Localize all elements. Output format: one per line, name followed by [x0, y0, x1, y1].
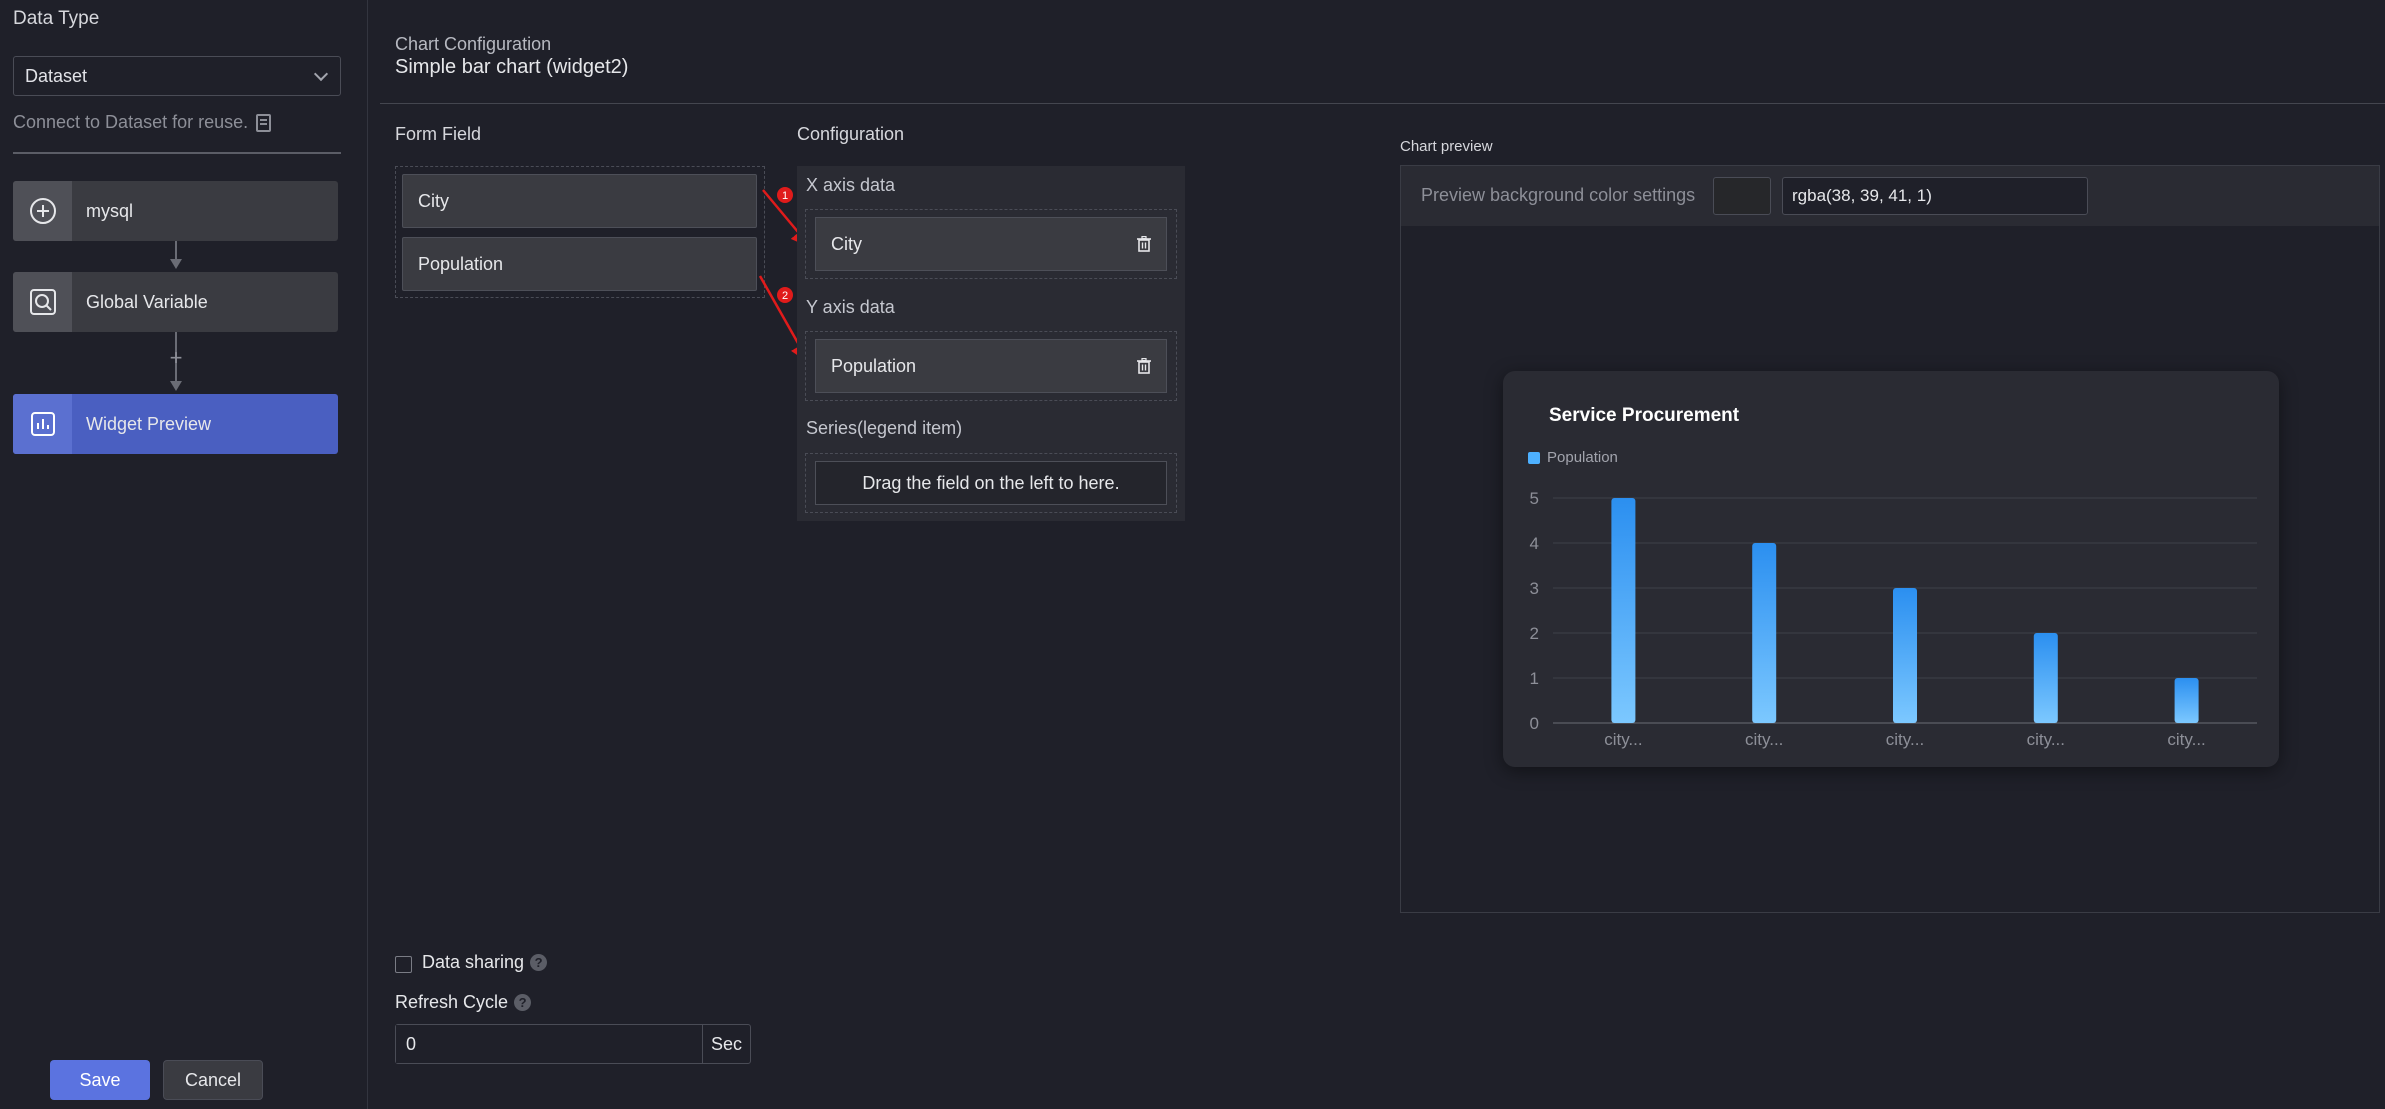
document-icon[interactable] — [256, 113, 272, 132]
y-axis-label: Y axis data — [806, 297, 895, 317]
x-axis-item[interactable]: City — [815, 217, 1167, 271]
field-item-population[interactable]: Population — [402, 237, 757, 291]
x-axis-value: City — [831, 233, 862, 254]
y-tick-label: 0 — [1530, 714, 1539, 733]
node-label: Widget Preview — [86, 413, 212, 434]
help-icon[interactable]: ? — [530, 954, 548, 971]
data-type-label: Data Type — [13, 8, 100, 29]
bg-color-label: Preview background color settings — [1421, 185, 1696, 205]
preview-settings-bar: Preview background color settings — [1401, 166, 2379, 226]
reuse-hint-text: Connect to Dataset for reuse. — [13, 112, 249, 132]
x-axis-drop-zone[interactable]: City — [805, 209, 1177, 279]
chart-preview-panel: Preview background color settings Servic… — [1400, 165, 2380, 913]
y-tick-label: 4 — [1530, 534, 1539, 553]
variable-search-icon — [13, 272, 72, 332]
form-field-label: Form Field — [395, 124, 482, 144]
bar[interactable] — [1752, 543, 1777, 723]
form-field-list: City Population — [395, 166, 765, 298]
y-tick-label: 1 — [1530, 669, 1539, 688]
field-item-city[interactable]: City — [402, 174, 757, 228]
marker-2: 2 — [777, 287, 793, 303]
bar[interactable] — [2174, 678, 2199, 723]
header-divider — [380, 103, 2385, 104]
configuration-label: Configuration — [797, 124, 905, 144]
chevron-down-icon — [313, 66, 329, 82]
data-sharing-label: Data sharing — [422, 952, 525, 972]
left-divider — [13, 152, 341, 154]
data-sharing-checkbox[interactable] — [395, 956, 412, 973]
x-axis-label: X axis data — [806, 175, 896, 195]
page-title: Simple bar chart (widget2) — [395, 56, 629, 78]
y-axis-value: Population — [831, 355, 917, 376]
config-subtitle: Chart Configuration — [395, 34, 552, 54]
chart-preview-label: Chart preview — [1400, 138, 1493, 155]
bar[interactable] — [2033, 633, 2058, 723]
add-node-icon[interactable]: + — [167, 347, 185, 369]
marker-1-text: 1 — [782, 190, 788, 202]
bar-chart: 0 1 2 3 4 5 city... city... city... city... city..… — [1530, 489, 2257, 749]
plus-circle-icon — [13, 181, 72, 241]
configuration-panel: X axis data City Y axis data Population … — [797, 166, 1185, 521]
node-global-variable[interactable]: Global Variable — [13, 272, 338, 332]
x-tick-label: city... — [1604, 730, 1642, 749]
refresh-cycle-input[interactable] — [396, 1025, 702, 1063]
y-axis-item[interactable]: Population — [815, 339, 1167, 393]
chart-card: Service Procurement Population 0 1 2 3 4 5 cit… — [1503, 371, 2279, 767]
node-label: Global Variable — [86, 291, 208, 312]
save-button[interactable]: Save — [50, 1060, 150, 1100]
series-drop-hint: Drag the field on the left to here. — [815, 461, 1167, 505]
series-label: Series(legend item) — [806, 418, 963, 438]
x-tick-label: city... — [2167, 730, 2205, 749]
trash-icon[interactable] — [1137, 236, 1151, 252]
node-widget-preview[interactable]: Widget Preview — [13, 394, 338, 454]
data-sharing-row: Data sharing ? — [422, 952, 548, 973]
bar[interactable] — [1611, 498, 1636, 723]
reuse-hint: Connect to Dataset for reuse. — [13, 112, 272, 133]
refresh-cycle-field: Sec — [395, 1024, 751, 1064]
chart-icon — [13, 394, 72, 454]
y-tick-label: 5 — [1530, 489, 1539, 508]
arrow-down-icon — [170, 381, 182, 391]
node-mysql[interactable]: mysql — [13, 181, 338, 241]
cancel-button[interactable]: Cancel — [163, 1060, 263, 1100]
arrow-down-icon — [170, 259, 182, 269]
bg-color-input[interactable] — [1782, 177, 2088, 215]
y-tick-label: 3 — [1530, 579, 1539, 598]
refresh-cycle-label: Refresh Cycle — [395, 992, 509, 1012]
marker-1: 1 — [777, 187, 793, 203]
y-tick-label: 2 — [1530, 624, 1539, 643]
help-icon[interactable]: ? — [514, 994, 532, 1011]
series-drop-zone[interactable]: Drag the field on the left to here. — [805, 453, 1177, 513]
x-tick-label: city... — [1745, 730, 1783, 749]
trash-icon[interactable] — [1137, 358, 1151, 374]
left-panel: Data Type Dataset Connect to Dataset for… — [0, 0, 368, 1109]
bar[interactable] — [1893, 588, 1917, 723]
refresh-cycle-row: Refresh Cycle ? — [395, 992, 532, 1013]
node-label: mysql — [86, 200, 134, 221]
x-tick-label: city... — [2027, 730, 2065, 749]
refresh-unit: Sec — [702, 1025, 750, 1063]
marker-2-text: 2 — [782, 290, 788, 302]
x-tick-label: city... — [1886, 730, 1924, 749]
color-swatch[interactable] — [1713, 177, 1771, 215]
data-type-value: Dataset — [25, 65, 88, 86]
data-type-select[interactable]: Dataset — [13, 56, 341, 96]
y-axis-drop-zone[interactable]: Population — [805, 331, 1177, 401]
